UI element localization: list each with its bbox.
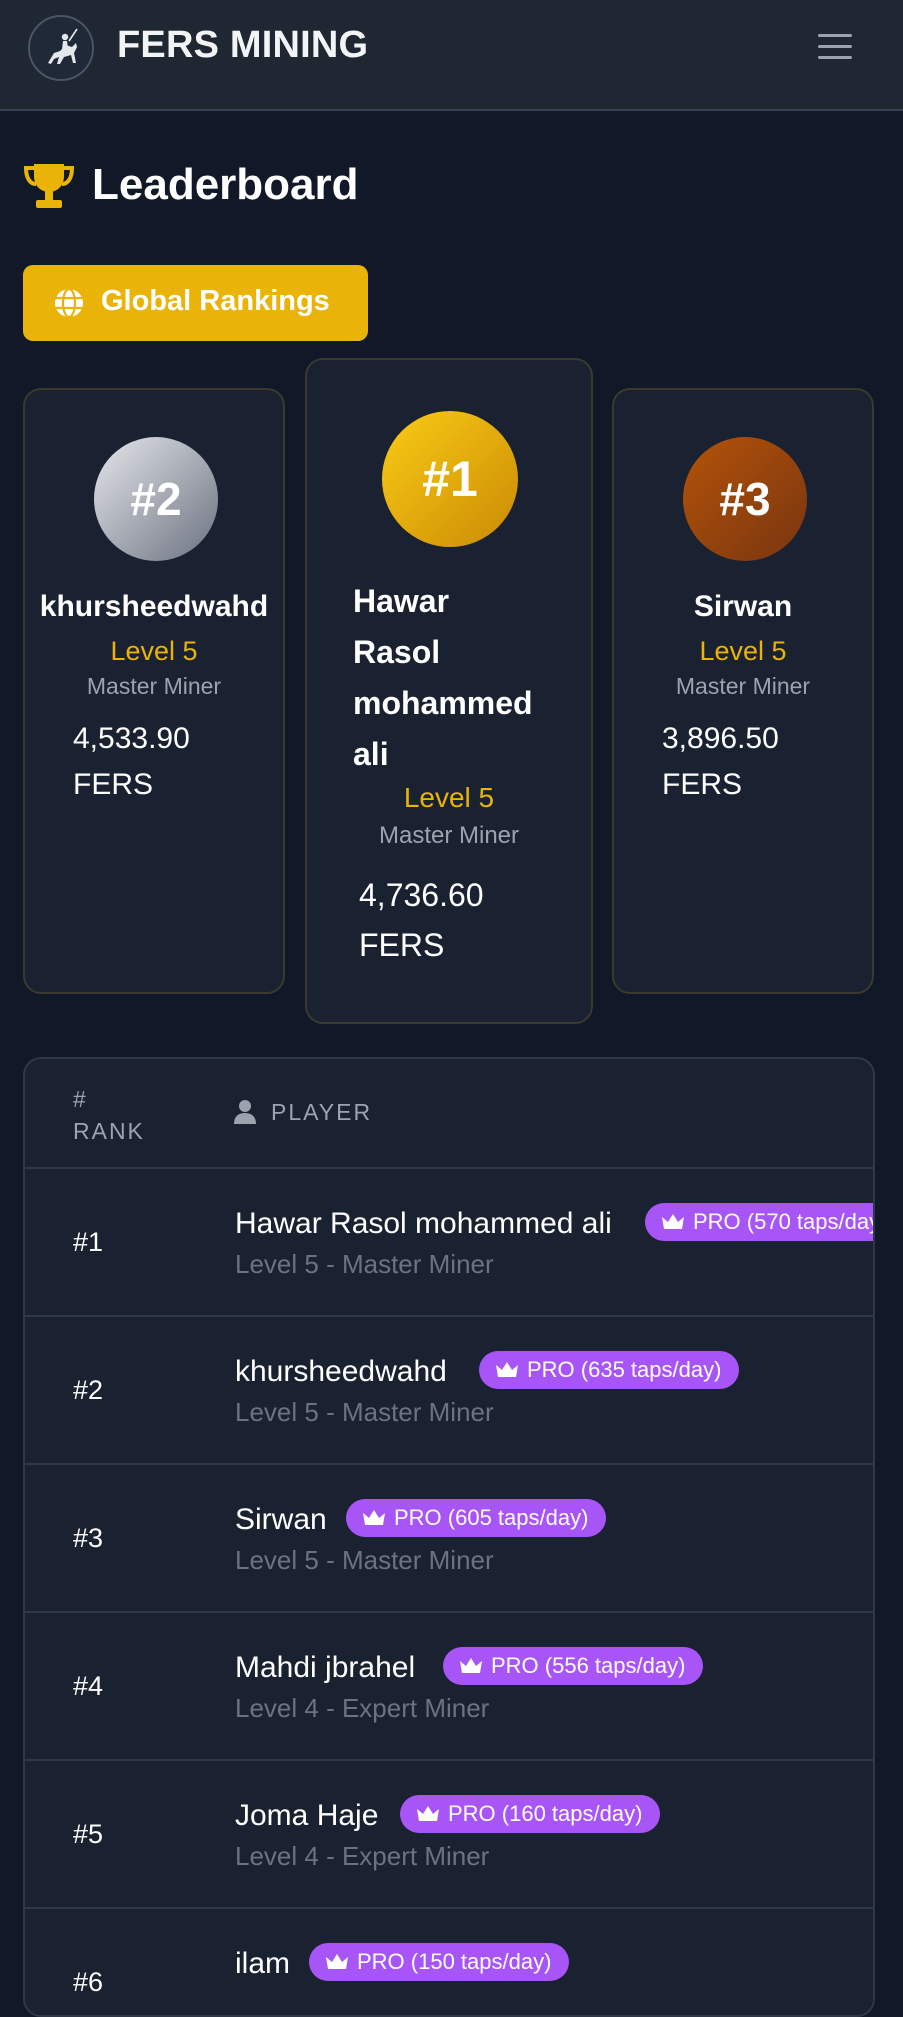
pro-badge-label: PRO (605 taps/day) xyxy=(394,1505,589,1530)
pro-badge-label: PRO (570 taps/day) xyxy=(693,1209,875,1234)
rankings-table: # RANK PLAYER #1 Hawar Rasol mohammed al… xyxy=(23,1057,875,2017)
pro-badge-label: PRO (556 taps/day) xyxy=(491,1653,686,1678)
row-rank: #1 xyxy=(73,1227,104,1257)
page-title: Leaderboard xyxy=(92,160,359,209)
horse-rider-icon[interactable] xyxy=(28,15,94,81)
table-row[interactable]: #5 Joma Haje PRO (160 taps/day) Level 4 … xyxy=(25,1761,873,1909)
name-line: ali xyxy=(353,736,389,772)
crown-icon xyxy=(326,1954,348,1969)
podium-card-third[interactable]: #3 Sirwan Level 5 Master Miner 3,896.50 … xyxy=(612,388,874,994)
brand-name[interactable]: FERS MINING xyxy=(117,24,368,67)
pro-badge: PRO (160 taps/day) xyxy=(400,1795,661,1833)
user-icon xyxy=(234,1100,256,1124)
name-line: Hawar xyxy=(353,583,450,619)
podium-card-first[interactable]: #1 Hawar Rasol mohammed ali Level 5 Mast… xyxy=(305,358,593,1024)
crown-icon xyxy=(460,1658,482,1673)
player-header-label: PLAYER xyxy=(271,1099,373,1125)
pro-badge: PRO (556 taps/day) xyxy=(443,1647,704,1685)
podium-player-level: Level 5 xyxy=(403,782,495,813)
global-rankings-button[interactable]: Global Rankings xyxy=(23,265,368,341)
score-unit: FERS xyxy=(662,768,743,801)
pro-badge-label: PRO (150 taps/day) xyxy=(357,1949,552,1974)
podium-player-title: Master Miner xyxy=(86,673,222,699)
podium-score: 3,896.50 FERS xyxy=(662,716,779,808)
globe-icon xyxy=(55,287,83,319)
row-player-level: Level 5 - Master Miner xyxy=(235,1249,494,1279)
table-row[interactable]: #3 Sirwan PRO (605 taps/day) Level 5 - M… xyxy=(25,1465,873,1613)
medal-label: #3 xyxy=(719,473,771,525)
trophy-icon xyxy=(23,164,75,208)
podium-player-name: Hawar Rasol mohammed ali xyxy=(353,576,533,780)
podium-score: 4,736.60 FERS xyxy=(359,870,484,970)
row-rank: #4 xyxy=(73,1671,104,1701)
row-player-name: Hawar Rasol mohammed ali xyxy=(235,1207,612,1240)
top-bar: FERS MINING xyxy=(0,0,903,111)
row-player-level: Level 4 - Expert Miner xyxy=(235,1841,490,1871)
table-row[interactable]: #6 ilam PRO (150 taps/day) xyxy=(25,1909,873,2015)
name-line: Rasol xyxy=(353,634,441,670)
pro-badge-label: PRO (160 taps/day) xyxy=(448,1801,643,1826)
table-row[interactable]: #4 Mahdi jbrahel PRO (556 taps/day) Leve… xyxy=(25,1613,873,1761)
row-player-level: Level 4 - Expert Miner xyxy=(235,1693,490,1723)
row-rank: #5 xyxy=(73,1819,104,1849)
crown-icon xyxy=(363,1510,385,1525)
hamburger-menu-icon[interactable] xyxy=(816,30,856,64)
pro-badge: PRO (635 taps/day) xyxy=(479,1351,740,1389)
podium-player-name: khursheedwahd xyxy=(39,590,269,623)
row-rank: #6 xyxy=(73,1967,104,1997)
global-rankings-label: Global Rankings xyxy=(101,285,330,317)
crown-icon xyxy=(662,1214,684,1229)
rank-medal-silver: #2 xyxy=(94,437,218,561)
score-value: 3,896.50 xyxy=(662,722,779,755)
podium-score: 4,533.90 FERS xyxy=(73,716,190,808)
crown-icon xyxy=(417,1806,439,1821)
crown-icon xyxy=(496,1362,518,1377)
podium-player-name: Sirwan xyxy=(693,590,793,623)
rank-header-label: RANK xyxy=(73,1118,145,1144)
table-row[interactable]: #2 khursheedwahd PRO (635 taps/day) Leve… xyxy=(25,1317,873,1465)
table-header: # RANK PLAYER xyxy=(25,1059,873,1169)
column-header-rank[interactable]: # RANK xyxy=(73,1083,145,1147)
podium-player-level: Level 5 xyxy=(699,636,787,666)
row-player-name: khursheedwahd xyxy=(235,1355,447,1388)
podium-player-title: Master Miner xyxy=(675,673,811,699)
rank-medal-gold: #1 xyxy=(382,411,518,547)
row-player-level: Level 5 - Master Miner xyxy=(235,1397,494,1427)
score-unit: FERS xyxy=(359,927,445,963)
medal-label: #2 xyxy=(130,473,182,525)
rank-medal-bronze: #3 xyxy=(683,437,807,561)
podium-player-level: Level 5 xyxy=(110,636,198,666)
podium-player-title: Master Miner xyxy=(378,822,520,849)
pro-badge-label: PRO (635 taps/day) xyxy=(527,1357,722,1382)
row-player-name: Joma Haje xyxy=(235,1799,379,1832)
score-unit: FERS xyxy=(73,768,154,801)
score-value: 4,736.60 xyxy=(359,877,484,913)
pro-badge: PRO (150 taps/day) xyxy=(309,1943,570,1981)
name-line: mohammed xyxy=(353,685,533,721)
pro-badge: PRO (605 taps/day) xyxy=(346,1499,607,1537)
table-row[interactable]: #1 Hawar Rasol mohammed ali PRO (570 tap… xyxy=(25,1169,873,1317)
podium-card-second[interactable]: #2 khursheedwahd Level 5 Master Miner 4,… xyxy=(23,388,285,994)
pro-badge: PRO (570 taps/day) xyxy=(645,1203,875,1241)
row-player-level: Level 5 - Master Miner xyxy=(235,1545,494,1575)
row-player-name: ilam xyxy=(235,1947,291,1980)
medal-label: #1 xyxy=(422,451,478,507)
row-rank: #3 xyxy=(73,1523,104,1553)
row-rank: #2 xyxy=(73,1375,104,1405)
score-value: 4,533.90 xyxy=(73,722,190,755)
rank-symbol: # xyxy=(73,1086,88,1112)
row-player-name: Sirwan xyxy=(235,1503,327,1536)
row-player-name: Mahdi jbrahel xyxy=(235,1651,416,1684)
